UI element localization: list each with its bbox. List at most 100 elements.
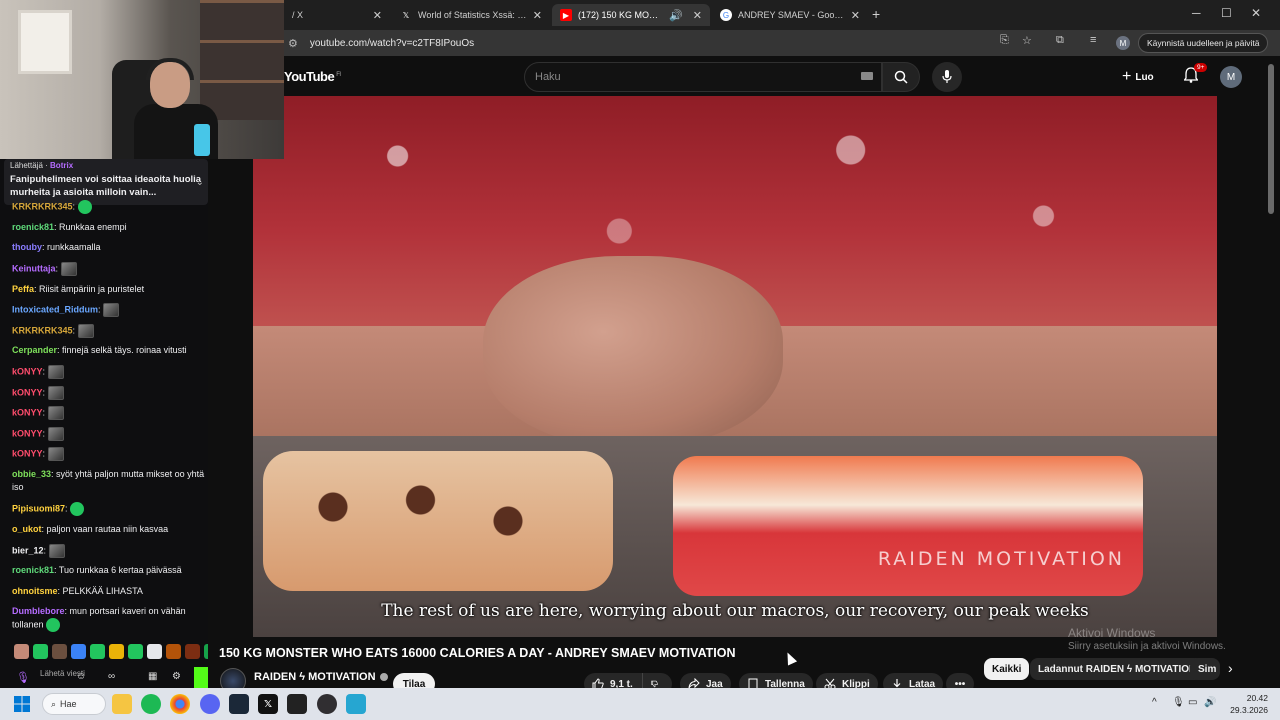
new-tab-button[interactable]: + — [872, 6, 880, 22]
webcam-shelf — [200, 0, 284, 120]
notification-badge: 9+ — [1194, 63, 1208, 72]
search-input[interactable]: Haku — [524, 62, 882, 92]
chat-message: kONYY: — [12, 427, 208, 441]
chat-message: roenick81: Tuo runkkaa 6 kertaa päivässä — [12, 565, 182, 575]
x-app-icon[interactable]: 𝕏 — [258, 694, 278, 714]
video-frame-sushi-left — [263, 451, 613, 591]
chat-message: Intoxicated_Riddum: — [12, 303, 208, 317]
emote-icon[interactable] — [128, 644, 143, 659]
notepad-icon[interactable] — [346, 694, 366, 714]
tray-chevron-icon[interactable]: ^ — [1152, 697, 1157, 708]
tab-x[interactable]: / X ✕ — [284, 4, 390, 26]
chat-message: Dumblebore: mun portsari kaveri on vähän… — [12, 605, 208, 632]
bits-icon[interactable]: ∞ — [108, 671, 115, 682]
close-tab-icon[interactable]: ✕ — [851, 9, 860, 22]
chevron-down-icon[interactable]: ⌄ — [196, 177, 204, 188]
close-tab-icon[interactable]: ✕ — [533, 9, 542, 22]
emote-icon[interactable] — [52, 644, 67, 659]
tray-mic-icon[interactable]: 🎙 — [1172, 697, 1185, 708]
chat-message: obbie_33: syöt yhtä paljon mutta mikset … — [12, 469, 205, 492]
discord-icon[interactable] — [200, 694, 220, 714]
chat-send-button[interactable] — [194, 667, 208, 689]
close-tab-icon[interactable]: ✕ — [693, 9, 702, 22]
webcam-overlay — [0, 0, 284, 159]
search-button[interactable] — [882, 62, 920, 92]
emote-icon — [47, 427, 64, 441]
voice-search-button[interactable] — [932, 62, 962, 92]
chip-related[interactable]: Sim — [1190, 658, 1220, 680]
obs-icon[interactable] — [317, 694, 337, 714]
search-icon — [894, 70, 908, 84]
restart-update-button[interactable]: Käynnistä uudelleen ja päivitä — [1138, 33, 1269, 53]
start-button[interactable] — [12, 694, 32, 714]
close-window-icon[interactable]: ✕ — [1251, 6, 1261, 20]
video-watermark: RAIDEN MOTIVATION — [877, 548, 1125, 570]
minimize-icon[interactable]: ─ — [1192, 6, 1201, 20]
site-settings-icon[interactable]: ⚙ — [288, 37, 298, 50]
stream-chat: Lähettäjä · Botrix Fanipuhelimeen voi so… — [0, 159, 208, 688]
network-icon[interactable]: ▭ — [1188, 697, 1197, 708]
youtube-logo[interactable]: YouTube FI — [284, 69, 341, 84]
address-bar[interactable]: ⚙ youtube.com/watch?v=c2TF8IPouOs — [288, 33, 1068, 53]
windows-activation-notice: Aktivoi Windows Siirry asetuksiin ja akt… — [1068, 626, 1226, 652]
emote-icon[interactable] — [90, 644, 105, 659]
emote-icon[interactable] — [204, 644, 208, 659]
video-title: 150 KG MONSTER WHO EATS 16000 CALORIES A… — [219, 646, 736, 660]
tab-youtube[interactable]: ▶ (172) 150 KG MONSTER W 🔊 ✕ — [552, 4, 710, 26]
gear-icon[interactable]: ⚙ — [172, 671, 181, 682]
channel-name[interactable]: RAIDEN ϟ MOTIVATION — [254, 671, 388, 683]
emote-icon[interactable] — [109, 644, 124, 659]
maximize-icon[interactable]: ☐ — [1221, 6, 1232, 20]
emote-icon[interactable] — [166, 644, 181, 659]
youtube-header: YouTube FI Haku + Luo 9+ M — [284, 56, 1264, 96]
emote-icon — [77, 200, 92, 214]
browser-profile-avatar[interactable]: M — [1116, 36, 1130, 50]
video-player[interactable]: RAIDEN MOTIVATION The rest of us are her… — [253, 96, 1217, 637]
media-controls-icon[interactable]: ≡ — [1090, 34, 1096, 46]
chip-all[interactable]: Kaikki — [984, 658, 1030, 680]
install-app-icon[interactable]: ⎘ — [1000, 34, 1009, 47]
microphone-icon — [942, 70, 952, 83]
microphone-icon[interactable]: 🎙 — [16, 671, 30, 684]
volume-icon[interactable]: 🔊 — [1204, 697, 1216, 708]
chat-message: kONYY: — [12, 365, 208, 379]
page-scrollbar[interactable] — [1264, 56, 1280, 688]
chrome-icon[interactable] — [170, 694, 190, 714]
app-icon[interactable] — [287, 694, 307, 714]
chat-message: ohnoitsme: PELKKÄÄ LIHASTA — [12, 586, 143, 596]
tab-google-search[interactable]: G ANDREY SMAEV - Google-haku ✕ — [712, 4, 868, 26]
emote-icon[interactable] — [33, 644, 48, 659]
tab-world-of-statistics[interactable]: 𝕏 World of Statistics Xssä: "💪 Cou ✕ — [392, 4, 550, 26]
spotify-icon[interactable] — [141, 694, 161, 714]
keyboard-icon[interactable] — [861, 72, 873, 80]
emoji-icon[interactable]: ☺ — [76, 671, 86, 682]
scrollbar-thumb[interactable] — [1268, 64, 1274, 214]
emote-icon — [47, 365, 64, 379]
plus-icon: + — [1122, 68, 1132, 85]
chat-message: bier_12: — [12, 544, 208, 558]
emote-icon[interactable] — [14, 644, 29, 659]
emote-icon — [47, 386, 64, 400]
steam-icon[interactable] — [229, 694, 249, 714]
chat-message: KRKRKRK345: — [12, 200, 208, 214]
emote-icon[interactable] — [185, 644, 200, 659]
extensions-icon[interactable]: ⧉ — [1056, 34, 1064, 47]
bookmark-star-icon[interactable]: ☆ — [1022, 34, 1032, 47]
emote-icon[interactable] — [71, 644, 86, 659]
taskbar-clock[interactable]: 20.42 29.3.2026 — [1218, 692, 1268, 716]
create-button[interactable]: + Luo — [1122, 64, 1154, 90]
speaker-icon[interactable]: 🔊 — [669, 9, 683, 22]
close-tab-icon[interactable]: ✕ — [373, 9, 382, 22]
pinned-message[interactable]: Lähettäjä · Botrix Fanipuhelimeen voi so… — [4, 159, 208, 205]
emote-icon[interactable] — [147, 644, 162, 659]
notifications-button[interactable]: 9+ — [1183, 63, 1208, 88]
taskbar-search[interactable]: ⌕ Hae — [42, 693, 106, 715]
chevron-right-icon[interactable]: › — [1228, 660, 1233, 676]
file-explorer-icon[interactable] — [112, 694, 132, 714]
chat-message: roenick81: Runkkaa enempi — [12, 222, 127, 232]
chip-uploaded-by[interactable]: Ladannut RAIDEN ϟ MOTIVATION — [1030, 658, 1205, 680]
youtube-account-avatar[interactable]: M — [1220, 66, 1242, 88]
gift-icon[interactable]: ▦ — [148, 671, 157, 682]
webcam-cup — [194, 124, 210, 156]
chat-message: kONYY: — [12, 447, 208, 461]
